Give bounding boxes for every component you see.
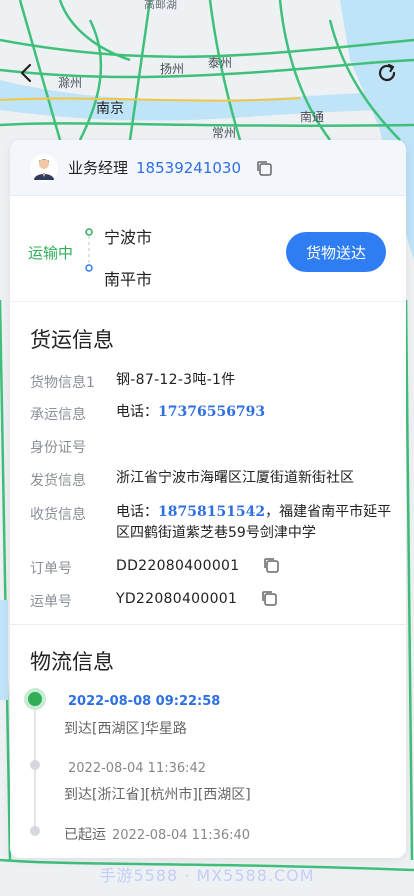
waybill-number-label: 运单号 bbox=[30, 594, 72, 610]
receiver-phone-prefix: 电话： bbox=[116, 504, 158, 520]
manager-avatar-icon bbox=[34, 158, 54, 180]
start-time: 2022-08-04 11:36:40 bbox=[112, 828, 251, 843]
manager-phone-link[interactable]: 18539241030 bbox=[136, 159, 241, 177]
manager-label: 业务经理 bbox=[68, 159, 129, 177]
carrier-phone-prefix: 电话： bbox=[116, 404, 158, 420]
timeline-dot-start bbox=[30, 826, 40, 836]
refresh-icon bbox=[378, 63, 396, 82]
carrier-info-value: 电话：17376556793 bbox=[116, 402, 396, 423]
map-label-top: 高邮湖 bbox=[144, 0, 177, 11]
map-label-chuzhou: 滁州 bbox=[58, 76, 83, 90]
map-label-yangzhou: 扬州 bbox=[160, 62, 185, 76]
order-number-value: DD22080400001 bbox=[116, 558, 240, 574]
receiver-phone-link[interactable]: 18758151542 bbox=[158, 504, 265, 520]
back-button[interactable] bbox=[12, 58, 42, 88]
sender-info-value: 浙江省宁波市海曙区江厦街道新街社区 bbox=[116, 470, 354, 486]
timeline-dot bbox=[30, 760, 40, 770]
receiver-info-value: 电话：18758151542，福建省南平市延平区四鹤街道紫芝巷59号剑津中学 bbox=[116, 502, 396, 544]
start-label: 已起运 bbox=[64, 827, 106, 843]
event-time-1: 2022-08-08 09:22:58 bbox=[68, 694, 221, 709]
cargo-info-value: 钢-87-12-3吨-1件 bbox=[116, 372, 236, 388]
chevron-left-icon bbox=[20, 63, 32, 83]
destination-city: 南平市 bbox=[104, 270, 153, 289]
waybill-number-value: YD22080400001 bbox=[116, 591, 238, 607]
receiver-info-label: 收货信息 bbox=[30, 507, 86, 523]
map-label-taizhou: 泰州 bbox=[208, 56, 233, 70]
section-divider bbox=[10, 624, 406, 625]
shipment-start: 已起运 2022-08-04 11:36:40 bbox=[64, 824, 250, 844]
copy-waybill-icon[interactable] bbox=[260, 589, 278, 611]
logistics-section-title: 物流信息 bbox=[30, 650, 114, 674]
timeline-dot-current bbox=[28, 692, 42, 706]
carrier-phone-link[interactable]: 17376556793 bbox=[158, 404, 265, 420]
copy-icon[interactable] bbox=[255, 159, 273, 177]
cargo-info-label: 货物信息1 bbox=[30, 375, 95, 391]
refresh-button[interactable] bbox=[372, 58, 402, 88]
route-section: 运输中 宁波市 南平市 货物送达 bbox=[10, 196, 406, 302]
cargo-section-title: 货运信息 bbox=[30, 328, 114, 352]
carrier-info-label: 承运信息 bbox=[30, 407, 86, 423]
route-line-icon bbox=[85, 228, 93, 272]
watermark: 手游5588 · MX5588.COM bbox=[99, 866, 315, 885]
map-label-changzhou: 常州 bbox=[212, 126, 237, 140]
event-desc-1: 到达[西湖区]华星路 bbox=[64, 721, 187, 737]
map-label-nanjing: 南京 bbox=[96, 101, 124, 117]
order-number-label: 订单号 bbox=[30, 561, 72, 577]
transport-status: 运输中 bbox=[28, 244, 74, 262]
deliver-button[interactable]: 货物送达 bbox=[286, 232, 386, 272]
shipment-card: 业务经理 18539241030 运输中 宁波市 南平市 货物送达 货运信息 货… bbox=[10, 140, 406, 858]
origin-city: 宁波市 bbox=[104, 228, 153, 247]
id-number-label: 身份证号 bbox=[30, 440, 86, 456]
event-time-2: 2022-08-04 11:36:42 bbox=[68, 761, 207, 776]
event-desc-2: 到达[浙江省][杭州市][西湖区] bbox=[64, 787, 251, 803]
manager-bar: 业务经理 18539241030 bbox=[10, 140, 406, 196]
copy-order-icon[interactable] bbox=[262, 556, 280, 578]
avatar bbox=[30, 153, 58, 182]
map-label-nantong: 南通 bbox=[300, 110, 325, 124]
sender-info-label: 发货信息 bbox=[30, 473, 86, 489]
